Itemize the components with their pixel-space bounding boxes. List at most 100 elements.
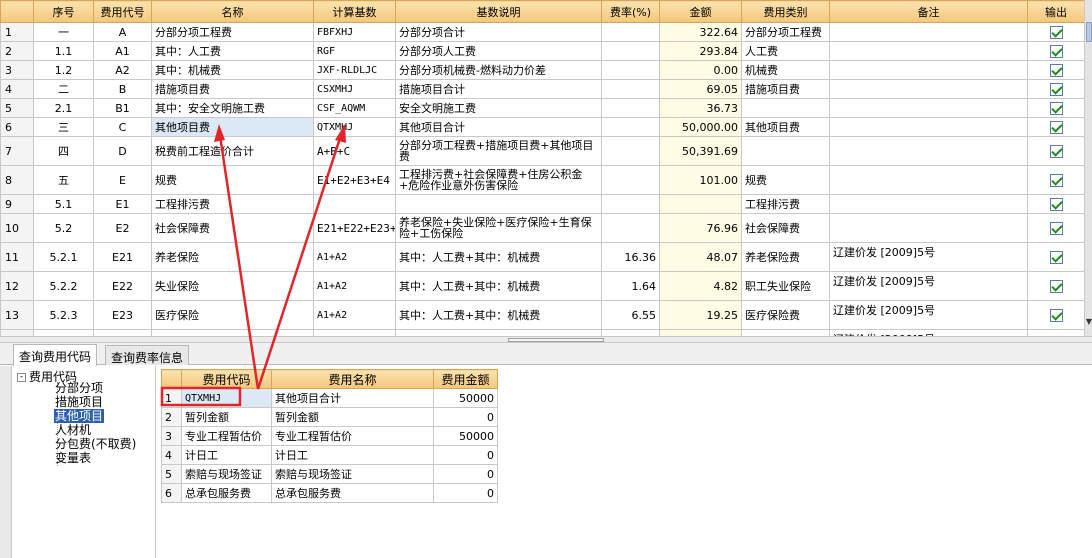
remark-cell[interactable] — [829, 194, 1028, 214]
amount-cell[interactable]: 50,000.00 — [659, 117, 742, 137]
remark-cell[interactable] — [829, 117, 1028, 137]
category-cell[interactable]: 养老保险费 — [741, 242, 830, 272]
fee-row[interactable]: 5 2.1 B1 其中：安全文明施工费 CSF_AQWM 安全文明施工费 36.73 — [0, 98, 1085, 118]
row-number-cell[interactable]: 12 — [0, 271, 34, 301]
fee-name-cell[interactable]: 专业工程暂估价 — [271, 426, 434, 446]
fee-row[interactable]: 8 五 E 规费 E1+E2+E3+E4 工程排污费+社会保障费+住房公积金+危险作业意外… — [0, 165, 1085, 195]
rate-cell[interactable]: 16.36 — [601, 242, 660, 272]
category-cell[interactable]: 职工失业保险 — [741, 271, 830, 301]
seq-cell[interactable]: 5.2.3 — [33, 300, 94, 330]
category-cell[interactable]: 医疗保险费 — [741, 300, 830, 330]
base-cell[interactable]: A1+A2 — [313, 271, 396, 301]
rate-cell[interactable] — [601, 60, 660, 80]
remark-cell[interactable] — [829, 98, 1028, 118]
desc-cell[interactable]: 其他项目合计 — [395, 117, 602, 137]
desc-cell[interactable]: 其中：人工费+其中：机械费 — [395, 300, 602, 330]
rate-cell[interactable]: 1.64 — [601, 271, 660, 301]
fee-amount-cell[interactable]: 50000 — [433, 388, 498, 408]
desc-cell[interactable]: 分部分项机械费-燃料动力价差 — [395, 60, 602, 80]
output-checkbox[interactable] — [1049, 197, 1063, 211]
base-cell[interactable]: JXF-RLDLJC — [313, 60, 396, 80]
output-checkbox[interactable] — [1049, 63, 1063, 77]
desc-cell[interactable]: 工程排污费+社会保障费+住房公积金+危险作业意外伤害保险 — [395, 165, 602, 195]
fee-row[interactable]: 12 5.2.2 E22 失业保险 A1+A2 其中：人工费+其中：机械费 1.64 4.82… — [0, 271, 1085, 301]
header-output[interactable]: 输出 — [1027, 0, 1085, 23]
code-cell[interactable]: B — [93, 79, 152, 99]
name-cell[interactable]: 其中：机械费 — [151, 60, 314, 80]
category-cell[interactable]: 人工费 — [741, 41, 830, 61]
fee-row[interactable]: 9 5.1 E1 工程排污费 工程排污费 — [0, 194, 1085, 214]
desc-cell[interactable]: 安全文明施工费 — [395, 98, 602, 118]
amount-cell[interactable]: 69.05 — [659, 79, 742, 99]
fee-name-cell[interactable]: 索赔与现场签证 — [271, 464, 434, 484]
amount-cell[interactable]: 76.96 — [659, 213, 742, 243]
fee-row[interactable]: 2 1.1 A1 其中：人工费 RGF 分部分项人工费 293.84 人工费 — [0, 41, 1085, 61]
remark-cell[interactable] — [829, 22, 1028, 42]
rate-cell[interactable] — [601, 136, 660, 166]
tree-item-qtxm[interactable]: 其他项目 — [54, 409, 105, 423]
base-cell[interactable]: CSF_AQWM — [313, 98, 396, 118]
desc-cell[interactable] — [395, 194, 602, 214]
output-checkbox[interactable] — [1049, 173, 1063, 187]
fee-code-cell[interactable]: 索赔与现场签证 — [181, 464, 272, 484]
amount-cell[interactable]: 48.07 — [659, 242, 742, 272]
header-category[interactable]: 费用类别 — [741, 0, 830, 23]
category-cell[interactable]: 工程排污费 — [741, 194, 830, 214]
code-cell[interactable]: B1 — [93, 98, 152, 118]
remark-cell[interactable] — [829, 60, 1028, 80]
bottom-header-code[interactable]: 费用代码 — [181, 369, 272, 389]
name-cell[interactable]: 社会保障费 — [151, 213, 314, 243]
row-number-cell[interactable]: 6 — [161, 483, 182, 503]
row-number-cell[interactable]: 1 — [0, 22, 34, 42]
row-number-cell[interactable]: 3 — [0, 60, 34, 80]
output-checkbox[interactable] — [1049, 120, 1063, 134]
fee-row[interactable]: 11 5.2.1 E21 养老保险 A1+A2 其中：人工费+其中：机械费 16.36 48.… — [0, 242, 1085, 272]
bottom-header-rownum[interactable] — [161, 369, 182, 389]
seq-cell[interactable]: 五 — [33, 165, 94, 195]
base-cell[interactable]: E21+E22+E23+E24+E25 — [313, 213, 396, 243]
fee-code-row[interactable]: 1 QTXMHJ 其他项目合计 50000 — [161, 388, 498, 408]
rate-cell[interactable] — [601, 79, 660, 99]
fee-name-cell[interactable]: 总承包服务费 — [271, 483, 434, 503]
fee-code-cell[interactable]: QTXMHJ — [181, 388, 272, 408]
row-number-cell[interactable]: 10 — [0, 213, 34, 243]
name-cell[interactable]: 规费 — [151, 165, 314, 195]
category-cell[interactable]: 社会保障费 — [741, 213, 830, 243]
code-cell[interactable]: A — [93, 22, 152, 42]
row-number-cell[interactable]: 5 — [0, 98, 34, 118]
tab-query-rate-info[interactable]: 查询费率信息 — [105, 345, 190, 365]
name-cell[interactable]: 分部分项工程费 — [151, 22, 314, 42]
fee-row[interactable]: 6 三 C 其他项目费 QTXMHJ 其他项目合计 50,000.00 其他项目费 — [0, 117, 1085, 137]
fee-amount-cell[interactable]: 0 — [433, 407, 498, 427]
output-checkbox[interactable] — [1049, 144, 1063, 158]
output-checkbox[interactable] — [1049, 25, 1063, 39]
remark-cell[interactable]: 辽建价发 [2009]5号 — [829, 300, 1028, 330]
category-cell[interactable]: 措施项目费 — [741, 79, 830, 99]
tree-item-rcj[interactable]: 人材机 — [54, 423, 92, 437]
amount-cell[interactable]: 36.73 — [659, 98, 742, 118]
amount-cell[interactable]: 50,391.69 — [659, 136, 742, 166]
base-cell[interactable]: RGF — [313, 41, 396, 61]
fee-row[interactable]: 1 一 A 分部分项工程费 FBFXHJ 分部分项合计 322.64 分部分项工程费 — [0, 22, 1085, 42]
fee-amount-cell[interactable]: 0 — [433, 445, 498, 465]
header-remark[interactable]: 备注 — [829, 0, 1028, 23]
name-cell[interactable]: 失业保险 — [151, 271, 314, 301]
row-number-cell[interactable]: 13 — [0, 300, 34, 330]
tree-item-fbf[interactable]: 分包费(不取费) — [54, 437, 137, 451]
output-checkbox[interactable] — [1049, 308, 1063, 322]
base-cell[interactable]: A+B+C — [313, 136, 396, 166]
scroll-down-icon[interactable]: ▼ — [1085, 316, 1092, 328]
header-name[interactable]: 名称 — [151, 0, 314, 23]
rate-cell[interactable] — [601, 22, 660, 42]
tree-item-blb[interactable]: 变量表 — [54, 451, 92, 465]
name-cell[interactable]: 税费前工程造价合计 — [151, 136, 314, 166]
tab-query-fee-code[interactable]: 查询费用代码 — [13, 344, 98, 366]
remark-cell[interactable]: 辽建价发 [2009]5号 — [829, 271, 1028, 301]
fee-code-cell[interactable]: 总承包服务费 — [181, 483, 272, 503]
seq-cell[interactable]: 四 — [33, 136, 94, 166]
header-desc[interactable]: 基数说明 — [395, 0, 602, 23]
rate-cell[interactable] — [601, 194, 660, 214]
base-cell[interactable]: A1+A2 — [313, 242, 396, 272]
name-cell[interactable]: 其中：人工费 — [151, 41, 314, 61]
output-checkbox[interactable] — [1049, 44, 1063, 58]
